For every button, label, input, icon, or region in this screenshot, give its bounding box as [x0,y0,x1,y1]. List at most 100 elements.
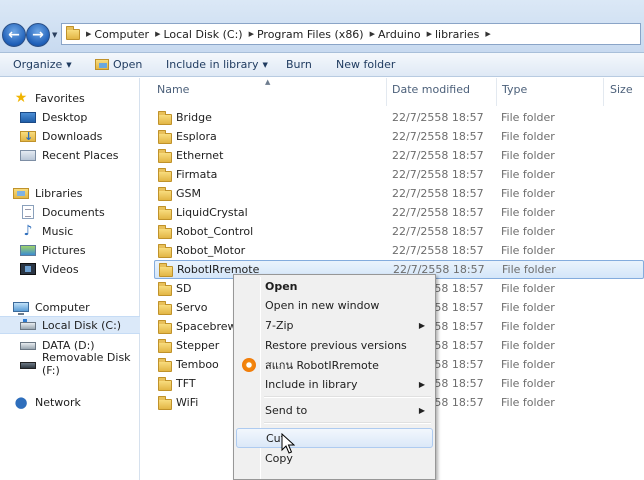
file-row[interactable]: LiquidCrystal 22/7/2558 18:57 File folder [154,203,644,222]
nav-local-disk[interactable]: Local Disk (C:) [0,316,140,334]
menu-item-include-in-library[interactable]: Include in library ▶ [236,374,433,394]
column-size[interactable]: Size [610,83,633,96]
file-name: Firmata [176,168,218,181]
column-divider[interactable] [386,78,387,106]
file-row[interactable]: Esplora 22/7/2558 18:57 File folder [154,127,644,146]
nav-libraries[interactable]: Libraries [0,184,140,202]
file-row[interactable]: GSM 22/7/2558 18:57 File folder [154,184,644,203]
menu-item-restore-previous-versions[interactable]: Restore previous versions [236,335,433,355]
nav-removable-disk[interactable]: Removable Disk (F:) [0,351,140,377]
menu-item-cut[interactable]: Cut [236,428,433,448]
file-date-modified: 22/7/2558 18:57 [392,111,484,124]
file-type: File folder [501,358,555,371]
dropdown-arrow-icon: ▼ [262,60,268,69]
folder-icon [158,376,172,391]
file-type: File folder [501,130,555,143]
file-row[interactable]: Robot_Motor 22/7/2558 18:57 File folder [154,241,644,260]
column-divider[interactable] [603,78,604,106]
breadcrumb-computer[interactable]: Computer [94,28,149,41]
nav-favorites[interactable]: ★ Favorites [0,89,140,107]
antivirus-icon [242,358,256,372]
file-type: File folder [501,149,555,162]
context-menu: Open Open in new window 7-Zip ▶ Restore … [233,274,436,480]
address-bar[interactable]: ▶ Computer ▶ Local Disk (C:) ▶ Program F… [61,23,641,45]
folder-icon [158,205,172,220]
hard-disk-icon [20,342,36,350]
file-row[interactable]: Robot_Control 22/7/2558 18:57 File folder [154,222,644,241]
chevron-right-icon[interactable]: ▶ [249,30,254,38]
file-name: Esplora [176,130,217,143]
nav-documents[interactable]: Documents [0,203,140,221]
dropdown-arrow-icon: ▼ [66,60,72,69]
nav-recent-places[interactable]: Recent Places [0,146,140,164]
folder-icon [158,319,172,334]
sort-ascending-icon: ▲ [265,78,271,86]
forward-arrow-icon: → [32,27,44,43]
file-name: WiFi [176,396,199,409]
recent-pages-dropdown-icon[interactable]: ▼ [52,31,57,39]
file-date-modified: 22/7/2558 18:57 [392,130,484,143]
folder-icon [158,148,172,163]
nav-network[interactable]: ● Network [0,393,140,411]
videos-icon [20,263,36,275]
back-button[interactable]: ← [2,23,26,47]
file-type: File folder [501,339,555,352]
menu-item-scan[interactable]: สแกน RobotIRremote [236,355,433,375]
chevron-right-icon[interactable]: ▶ [427,30,432,38]
recent-places-icon [20,149,36,161]
column-divider[interactable] [496,78,497,106]
column-name[interactable]: Name [157,83,189,96]
column-date-modified[interactable]: Date modified [392,83,470,96]
menu-item-7zip[interactable]: 7-Zip ▶ [236,315,433,335]
burn-button[interactable]: Burn [286,58,312,71]
new-folder-button[interactable]: New folder [336,58,395,71]
breadcrumb-local-disk[interactable]: Local Disk (C:) [163,28,242,41]
column-type[interactable]: Type [502,83,527,96]
file-date-modified: 22/7/2558 18:57 [392,149,484,162]
file-row[interactable]: Bridge 22/7/2558 18:57 File folder [154,108,644,127]
include-in-library-button[interactable]: Include in library ▼ [166,58,268,71]
file-type: File folder [501,111,555,124]
libraries-icon [13,187,29,199]
folder-icon [158,224,172,239]
nav-downloads[interactable]: Downloads [0,127,140,145]
chevron-right-icon[interactable]: ▶ [155,30,160,38]
breadcrumb-libraries[interactable]: libraries [435,28,479,41]
file-row[interactable]: Firmata 22/7/2558 18:57 File folder [154,165,644,184]
mouse-pointer-icon [281,433,295,454]
column-headers: ▲ Name Date modified Type Size [141,78,644,106]
menu-item-send-to[interactable]: Send to ▶ [236,400,433,420]
file-row[interactable]: Ethernet 22/7/2558 18:57 File folder [154,146,644,165]
file-type: File folder [501,320,555,333]
forward-button[interactable]: → [26,23,50,47]
file-type: File folder [501,301,555,314]
file-name: Robot_Motor [176,244,246,257]
submenu-arrow-icon: ▶ [418,320,425,330]
folder-icon [158,281,172,296]
chevron-right-icon[interactable]: ▶ [485,30,490,38]
organize-button[interactable]: Organize ▼ [13,58,72,71]
chevron-right-icon[interactable]: ▶ [86,30,91,38]
file-type: File folder [501,244,555,257]
nav-computer[interactable]: Computer [0,298,140,316]
submenu-arrow-icon: ▶ [418,379,425,389]
folder-icon [158,300,172,315]
file-date-modified: 22/7/2558 18:57 [392,168,484,181]
address-bar-area: ← → ▼ ▶ Computer ▶ Local Disk (C:) ▶ Pro… [0,0,644,53]
open-button[interactable]: Open [95,58,142,71]
folder-icon [158,395,172,410]
nav-music[interactable]: ♪ Music [0,222,140,240]
nav-pictures[interactable]: Pictures [0,241,140,259]
file-type: File folder [501,377,555,390]
pictures-icon [20,244,36,256]
nav-desktop[interactable]: Desktop [0,108,140,126]
file-name: SD [176,282,192,295]
menu-item-open-new-window[interactable]: Open in new window [236,295,433,315]
menu-item-open[interactable]: Open [236,276,433,296]
breadcrumb-arduino[interactable]: Arduino [378,28,421,41]
menu-item-copy[interactable]: Copy [236,448,433,468]
file-date-modified: 22/7/2558 18:57 [392,225,484,238]
chevron-right-icon[interactable]: ▶ [370,30,375,38]
breadcrumb-program-files[interactable]: Program Files (x86) [257,28,364,41]
nav-videos[interactable]: Videos [0,260,140,278]
